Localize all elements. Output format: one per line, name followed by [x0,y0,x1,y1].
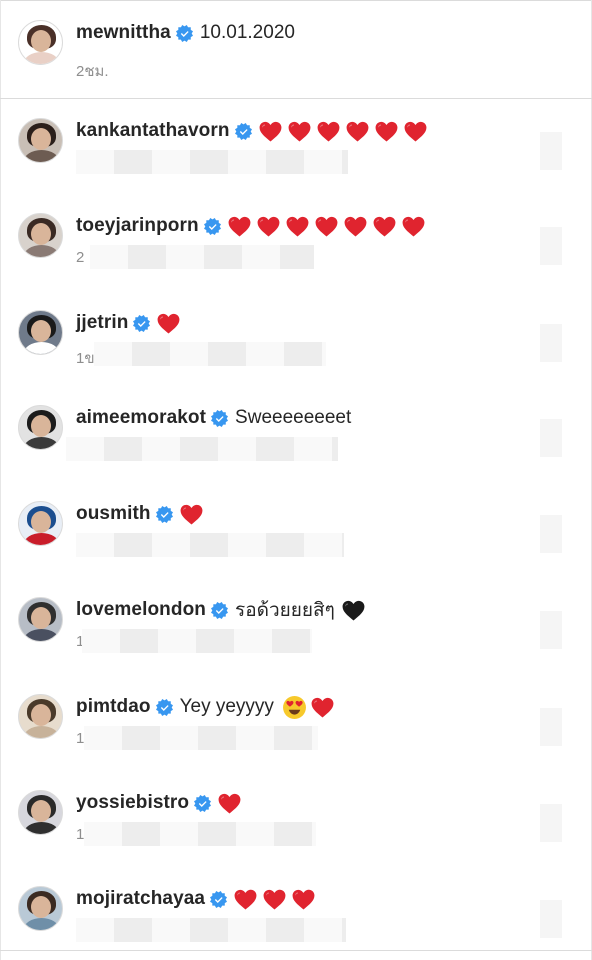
comment-text: Yey yeyyyy [179,696,274,717]
verified-badge-icon [211,409,229,427]
like-button-blurred[interactable] [540,804,562,842]
avatar-pimtdao[interactable] [18,694,63,739]
hearts-group [179,502,208,527]
red-heart-icon [262,887,287,912]
hearts-group [217,791,246,816]
avatar-jjetrin[interactable] [18,310,63,355]
comment-meta-blurred [84,726,318,750]
heart-eyes-emoji-icon [282,695,307,720]
like-button-blurred[interactable] [540,419,562,457]
red-heart-icon [233,887,258,912]
comment-username[interactable]: yossiebistro [76,792,189,814]
like-button-blurred[interactable] [540,132,562,170]
red-heart-icon [372,214,397,239]
like-button-blurred[interactable] [540,324,562,362]
caption-divider [0,98,592,99]
avatar-toeyjarinporn[interactable] [18,213,63,258]
red-heart-icon [403,119,428,144]
red-heart-icon [217,791,242,816]
caption-time: 2ชม. [76,63,109,80]
hearts-group [156,311,185,336]
red-heart-icon [314,214,339,239]
red-heart-icon [401,214,426,239]
verified-badge-icon [203,217,221,235]
avatar-aimeemorakot[interactable] [18,405,63,450]
comment-meta-blurred [76,918,346,942]
red-heart-icon [287,119,312,144]
post-caption: mewnittha 10.01.2020 2ชม. [0,0,592,98]
hearts-group [310,695,339,720]
like-button-blurred[interactable] [540,900,562,938]
comment-username[interactable]: kankantathavorn [76,120,230,142]
comment-username[interactable]: jjetrin [76,312,128,334]
red-heart-icon [310,695,335,720]
avatar-mewnittha[interactable] [18,20,63,65]
red-heart-icon [343,214,368,239]
hearts-group [258,119,432,144]
comment-meta-blurred [82,629,312,653]
caption-username[interactable]: mewnittha [76,22,171,44]
avatar-ousmith[interactable] [18,501,63,546]
verified-badge-icon [155,698,173,716]
hearts-group [227,214,430,239]
verified-badge-icon [175,24,193,42]
verified-badge-icon [210,890,228,908]
red-heart-icon [227,214,252,239]
verified-badge-icon [211,601,228,619]
verified-badge-icon [194,794,212,812]
like-button-blurred[interactable] [540,611,562,649]
red-heart-icon [156,311,181,336]
caption-text: 10.01.2020 [199,22,295,43]
comment-username[interactable]: ousmith [76,503,151,525]
hearts-group [233,887,320,912]
comment-username[interactable]: aimeemorakot [76,407,206,429]
comment-username[interactable]: pimtdao [76,696,151,718]
like-button-blurred[interactable] [540,515,562,553]
comment-meta-blurred [94,342,326,366]
avatar-mojiratchayaa[interactable] [18,886,63,931]
like-button-blurred[interactable] [540,227,562,265]
comment-meta-blurred [84,822,316,846]
comment-meta-blurred [76,150,348,174]
comment-meta-blurred [76,533,344,557]
like-button-blurred[interactable] [540,708,562,746]
comment-meta: 1ข [76,350,95,367]
hearts-group [341,598,370,623]
verified-badge-icon [155,505,173,523]
red-heart-icon [285,214,310,239]
verified-badge-icon [234,122,252,140]
red-heart-icon [345,119,370,144]
comment-meta-blurred [66,437,338,461]
red-heart-icon [258,119,283,144]
comment-text: Sweeeeeeeet [235,407,352,428]
bottom-divider [0,950,592,951]
avatar-lovemelondon[interactable] [18,597,63,642]
red-heart-icon [179,502,204,527]
verified-badge-icon [133,314,151,332]
avatar-kankantathavorn[interactable] [18,118,63,163]
red-heart-icon [256,214,281,239]
comment-meta-blurred [90,245,314,269]
avatar-yossiebistro[interactable] [18,790,63,835]
comment-text: รอด้วยยยสิๆ [235,600,335,621]
black-heart-icon [341,598,366,623]
left-border [0,0,1,960]
comment-meta: 2 [76,249,85,266]
red-heart-icon [374,119,399,144]
red-heart-icon [291,887,316,912]
comment-username[interactable]: toeyjarinporn [76,215,199,237]
comment-username[interactable]: mojiratchayaa [76,888,205,910]
comment-username[interactable]: lovemelondon [76,599,206,621]
red-heart-icon [316,119,341,144]
